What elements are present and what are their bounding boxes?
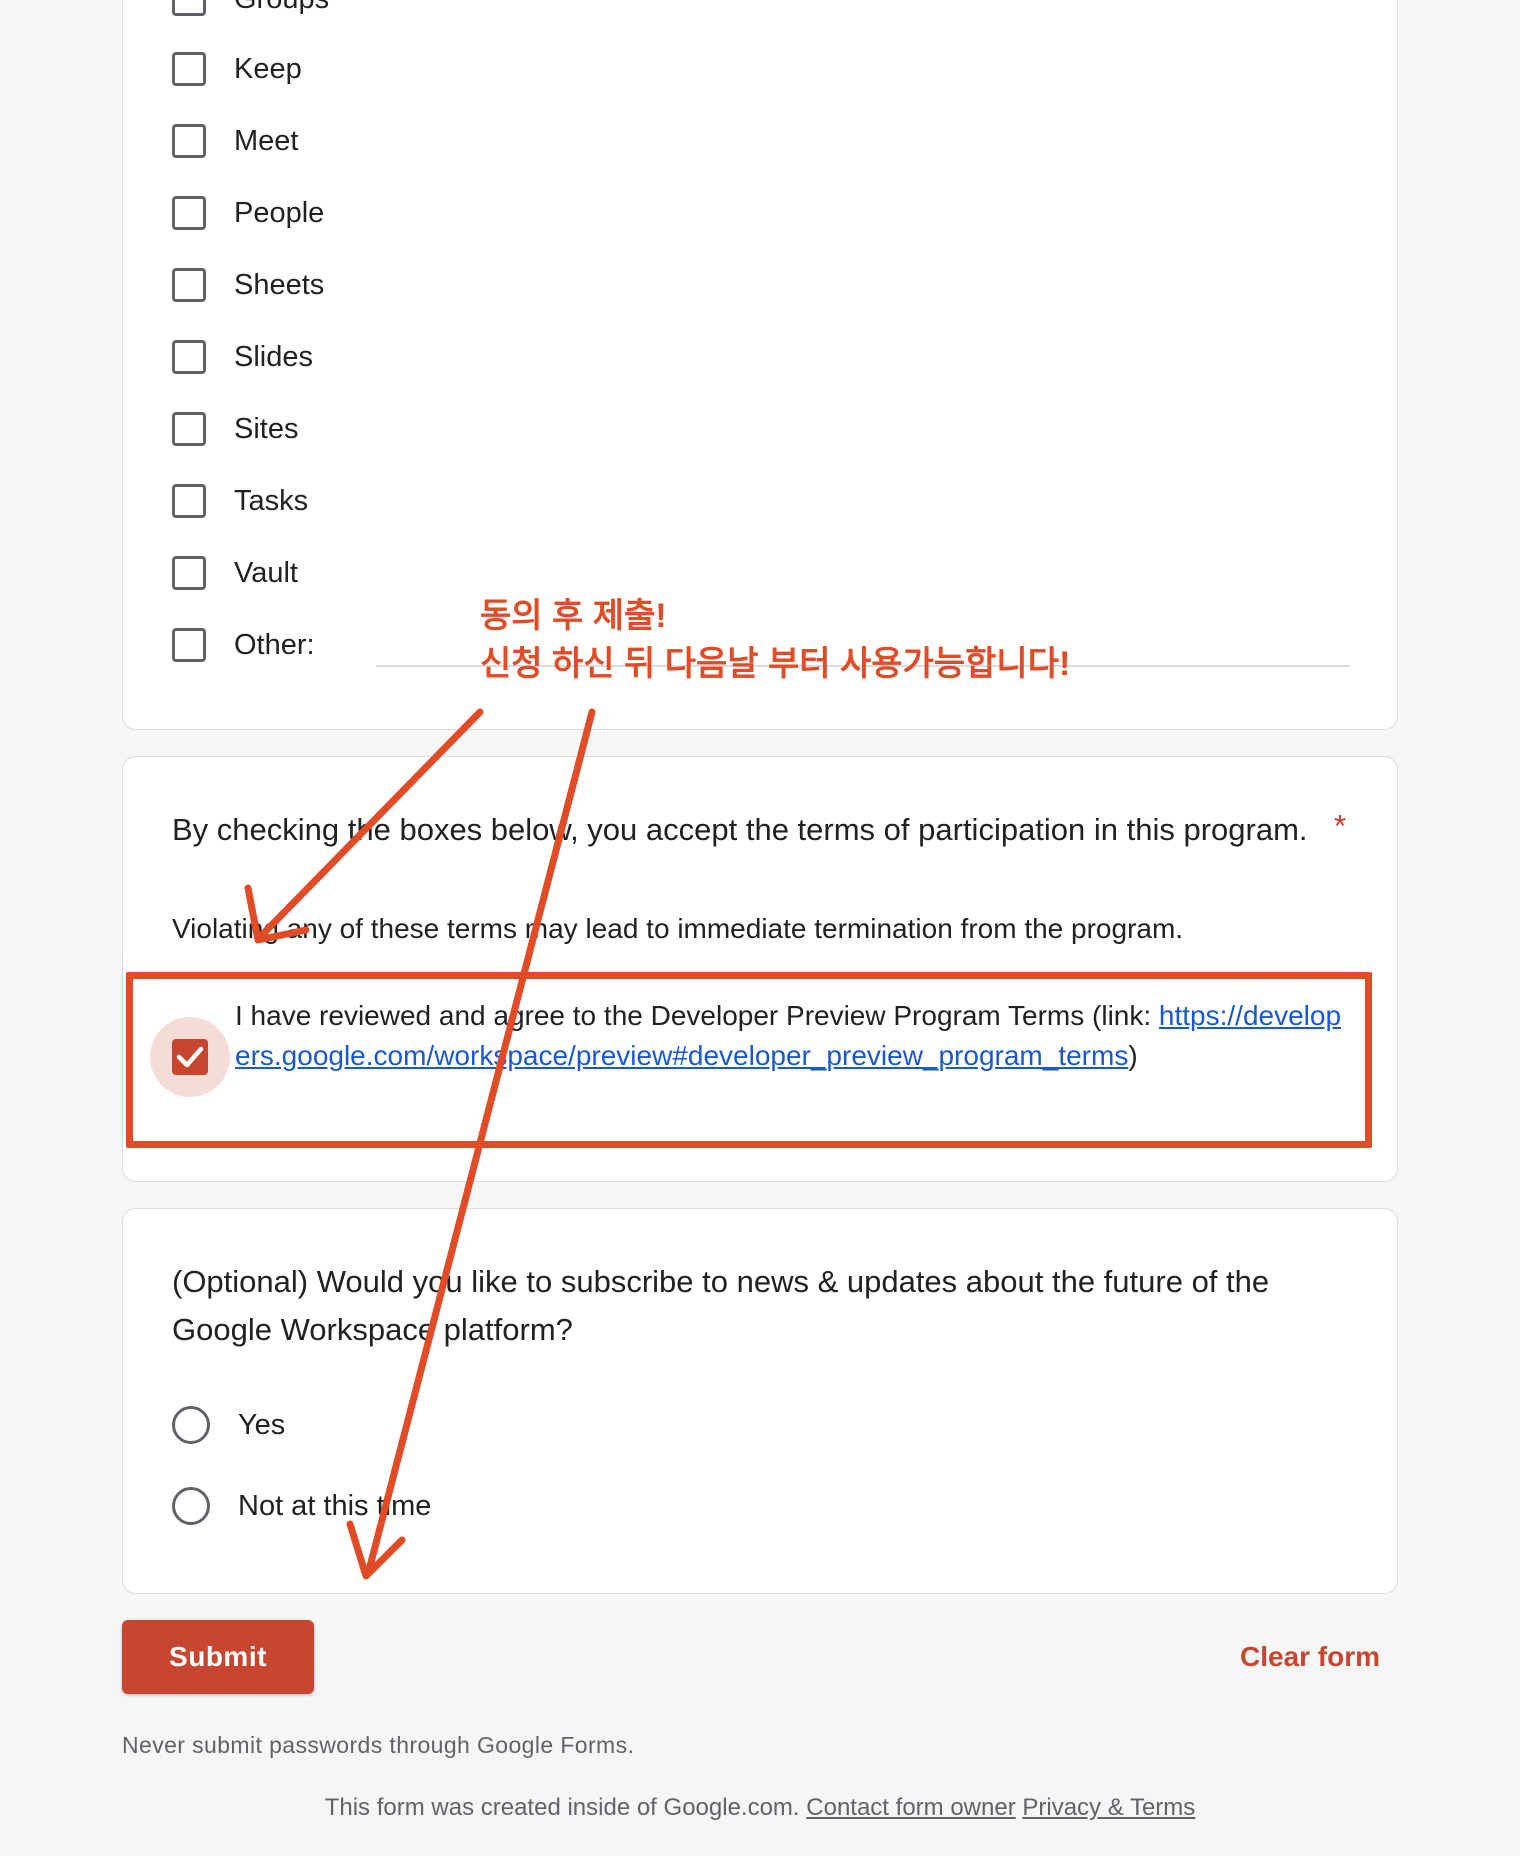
contact-owner-link[interactable]: Contact form owner <box>806 1794 1015 1821</box>
option-yes[interactable]: Yes <box>172 1404 285 1446</box>
option-label: Keep <box>234 52 302 85</box>
option-vault[interactable]: Vault <box>172 552 298 594</box>
option-people[interactable]: People <box>172 192 324 234</box>
terms-question-description: Violating any of these terms may lead to… <box>172 913 1184 944</box>
required-marker: * <box>1334 808 1347 843</box>
option-meet[interactable]: Meet <box>172 120 298 162</box>
option-sheets[interactable]: Sheets <box>172 264 324 306</box>
radio-button[interactable] <box>172 1406 210 1444</box>
password-warning: Never submit passwords through Google Fo… <box>122 1732 635 1758</box>
option-not-at-this-time[interactable]: Not at this time <box>172 1485 431 1527</box>
option-label: Meet <box>234 124 299 157</box>
option-label: Not at this time <box>238 1489 432 1522</box>
annotation-highlight-box <box>126 972 1372 1148</box>
option-keep[interactable]: Keep <box>172 48 302 90</box>
footer: This form was created inside of Google.c… <box>0 1794 1520 1822</box>
footer-created-text: This form was created inside of Google.c… <box>324 1794 800 1821</box>
clear-form-button[interactable]: Clear form <box>1230 1632 1390 1682</box>
option-sites[interactable]: Sites <box>172 408 298 450</box>
option-other[interactable]: Other: <box>172 624 315 666</box>
option-label: Sites <box>234 412 299 445</box>
option-slides[interactable]: Slides <box>172 336 313 378</box>
checkbox[interactable] <box>172 556 206 590</box>
option-label: Tasks <box>234 484 309 517</box>
option-label: Vault <box>234 556 298 589</box>
checkbox[interactable] <box>172 196 206 230</box>
checkbox[interactable] <box>172 340 206 374</box>
option-label: Other: <box>234 628 315 661</box>
option-label: Slides <box>234 340 313 373</box>
terms-question-title: By checking the boxes below, you accept … <box>172 812 1308 847</box>
checkbox[interactable] <box>172 412 206 446</box>
radio-button[interactable] <box>172 1487 210 1525</box>
option-label: People <box>234 196 325 229</box>
privacy-terms-link[interactable]: Privacy & Terms <box>1022 1794 1195 1821</box>
checkbox[interactable] <box>172 52 206 86</box>
annotation-text: 동의 후 제출! 신청 하신 뒤 다음날 부터 사용가능합니다! <box>480 597 1071 683</box>
checkbox[interactable] <box>172 484 206 518</box>
checkbox[interactable] <box>172 124 206 158</box>
option-label: Sheets <box>234 268 325 301</box>
subscribe-question-title: (Optional) Would you like to subscribe t… <box>172 1264 1270 1347</box>
checkbox[interactable] <box>172 628 206 662</box>
option-groups[interactable]: Groups <box>172 0 329 20</box>
submit-button[interactable]: Submit <box>122 1620 314 1694</box>
option-label: Yes <box>238 1408 286 1441</box>
option-tasks[interactable]: Tasks <box>172 480 308 522</box>
option-label: Groups <box>234 0 329 16</box>
checkbox[interactable] <box>172 0 206 16</box>
checkbox[interactable] <box>172 268 206 302</box>
